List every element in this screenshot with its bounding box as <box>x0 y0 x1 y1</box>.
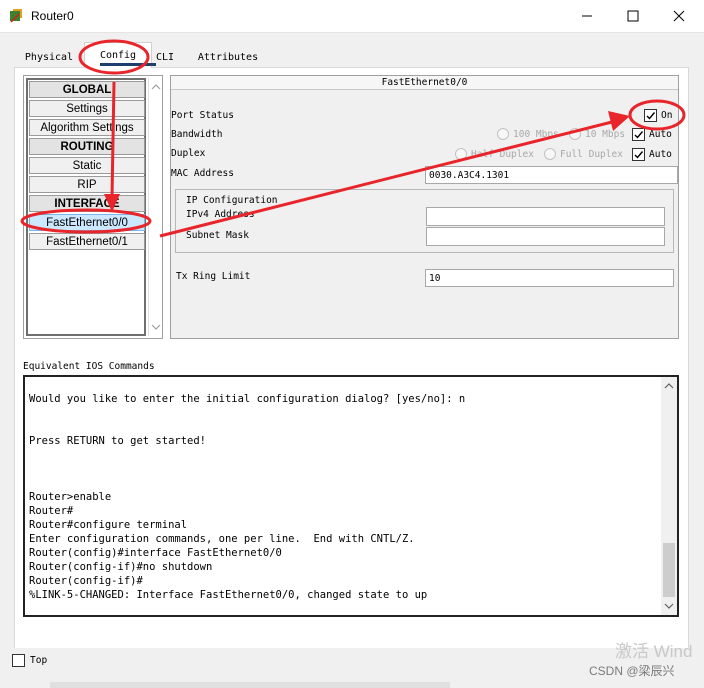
maximize-icon <box>627 10 639 22</box>
console-line: Press RETURN to get started! <box>29 435 207 447</box>
csdn-watermark: CSDN @梁辰兴 <box>589 664 675 678</box>
scroll-up-icon <box>151 84 161 90</box>
nav-scrollbar[interactable] <box>148 78 162 336</box>
port-status-on-label: On <box>661 110 673 121</box>
maximize-button[interactable] <box>610 0 656 32</box>
scroll-down-icon <box>664 603 674 609</box>
minimize-button[interactable] <box>564 0 610 32</box>
scroll-down-icon <box>151 324 161 330</box>
console-line: Router(config-if)#no shutdown <box>29 561 213 573</box>
console-line: %LINK-5-CHANGED: Interface FastEthernet0… <box>29 589 428 601</box>
scroll-thumb[interactable] <box>663 543 675 597</box>
tab-bar: Physical Config CLI Attributes <box>14 42 678 68</box>
nav-header-global: GLOBAL <box>29 81 145 98</box>
equivalent-ios-commands-label: Equivalent IOS Commands <box>23 361 155 372</box>
nav-item-algorithm-settings[interactable]: Algorithm Settings <box>29 119 145 136</box>
full-duplex-radio[interactable] <box>544 148 556 160</box>
console-line: Router# <box>29 505 74 517</box>
nav-item-fastethernet0-1[interactable]: FastEthernet0/1 <box>29 233 145 250</box>
bandwidth-100-label: 100 Mbps <box>513 129 559 140</box>
console-line: Router>enable <box>29 491 112 503</box>
bandwidth-100-radio[interactable] <box>497 128 509 140</box>
close-button[interactable] <box>656 0 702 32</box>
ipv4-address-input[interactable] <box>426 207 665 226</box>
duplex-auto-checkbox[interactable] <box>632 148 645 161</box>
active-tab-indicator <box>100 63 156 66</box>
tab-cli[interactable]: CLI <box>152 46 178 68</box>
nav-item-settings[interactable]: Settings <box>29 100 145 117</box>
subnet-mask-input[interactable] <box>426 227 665 246</box>
bandwidth-auto-checkbox[interactable] <box>632 128 645 141</box>
config-nav-list: GLOBAL Settings Algorithm Settings ROUTI… <box>26 78 146 336</box>
port-status-checkbox[interactable] <box>644 109 657 122</box>
ipv4-address-label: IPv4 Address <box>186 209 255 220</box>
subnet-mask-label: Subnet Mask <box>186 230 249 241</box>
console-line: Router#configure terminal <box>29 519 188 531</box>
minimize-icon <box>582 15 592 17</box>
bandwidth-label: Bandwidth <box>171 129 223 140</box>
nav-header-routing: ROUTING <box>29 138 145 155</box>
close-icon <box>673 10 685 22</box>
mac-address-label: MAC Address <box>171 168 234 179</box>
window-title: Router0 <box>31 9 74 23</box>
duplex-label: Duplex <box>171 148 206 159</box>
top-checkbox[interactable] <box>12 654 25 667</box>
tab-physical[interactable]: Physical <box>18 46 80 68</box>
horizontal-scrollbar[interactable] <box>50 682 450 688</box>
nav-item-fastethernet0-0[interactable]: FastEthernet0/0 <box>29 214 145 231</box>
router-app-icon <box>10 9 22 23</box>
interface-panel-title: FastEthernet0/0 <box>171 76 678 90</box>
mac-address-field[interactable]: 0030.A3C4.1301 <box>425 166 678 184</box>
ip-configuration-label: IP Configuration <box>186 195 278 206</box>
top-label: Top <box>30 655 48 666</box>
ip-configuration-group: IP Configuration IPv4 Address Subnet Mas… <box>175 189 674 253</box>
checkmark-icon <box>634 131 644 139</box>
port-status-label: Port Status <box>171 110 234 121</box>
console-line: Enter configuration commands, one per li… <box>29 533 415 545</box>
tx-ring-limit-label: Tx Ring Limit <box>176 271 251 282</box>
tab-attributes[interactable]: Attributes <box>190 46 266 68</box>
console-line: Router(config-if)# <box>29 575 143 587</box>
nav-item-static[interactable]: Static <box>29 157 145 174</box>
scroll-up-icon <box>664 383 674 389</box>
bandwidth-10-radio[interactable] <box>569 128 581 140</box>
bandwidth-auto-label: Auto <box>649 129 672 140</box>
ios-console-output[interactable]: Would you like to enter the initial conf… <box>23 375 679 617</box>
bandwidth-10-label: 10 Mbps <box>585 129 626 140</box>
config-nav-panel: GLOBAL Settings Algorithm Settings ROUTI… <box>23 75 163 339</box>
checkmark-icon <box>634 151 644 159</box>
console-line: Router(config)#interface FastEthernet0/0 <box>29 547 282 559</box>
half-duplex-radio[interactable] <box>455 148 467 160</box>
nav-item-rip[interactable]: RIP <box>29 176 145 193</box>
checkmark-icon <box>646 112 656 120</box>
activate-windows-watermark: 激活 Wind <box>615 642 693 661</box>
console-line: Would you like to enter the initial conf… <box>29 393 466 405</box>
console-scrollbar[interactable] <box>661 377 677 615</box>
duplex-auto-label: Auto <box>649 149 672 160</box>
tx-ring-limit-input[interactable]: 10 <box>425 269 674 287</box>
title-bar: Router0 <box>0 0 704 33</box>
nav-header-interface: INTERFACE <box>29 195 145 212</box>
half-duplex-label: Half Duplex <box>471 149 534 160</box>
full-duplex-label: Full Duplex <box>560 149 623 160</box>
interface-panel: FastEthernet0/0 Port Status On Bandwidth… <box>170 75 679 339</box>
